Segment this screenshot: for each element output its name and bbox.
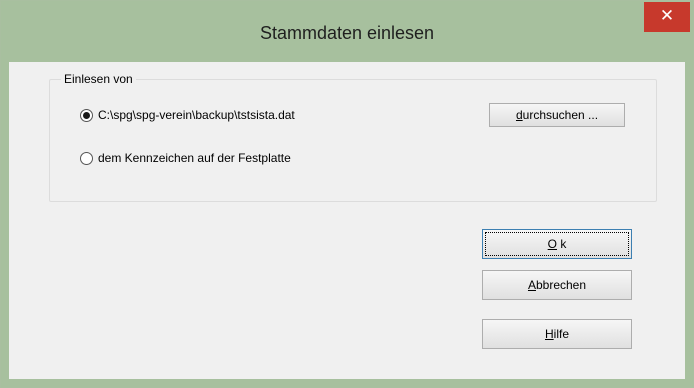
radio-label-file[interactable]: C:\spg\spg-verein\backup\tstsista.dat (98, 108, 295, 122)
browse-button[interactable]: durchsuchen ... (489, 103, 625, 127)
ok-mnemonic: O (547, 237, 557, 251)
radio-label-drive[interactable]: dem Kennzeichen auf der Festplatte (98, 151, 291, 165)
source-group-box (49, 79, 657, 202)
dialog-title: Stammdaten einlesen (259, 23, 435, 43)
close-icon: ✕ (659, 6, 675, 25)
cancel-button[interactable]: Abbrechen (482, 270, 632, 300)
cancel-label: bbrechen (535, 278, 587, 292)
radio-option-drive[interactable]: dem Kennzeichen auf der Festplatte (80, 151, 291, 165)
ok-button[interactable]: O k (482, 229, 632, 259)
radio-button-file[interactable] (80, 108, 93, 122)
browse-mnemonic: d (515, 108, 523, 122)
dialog-window: Stammdaten einlesen ✕ Einlesen von C:\sp… (0, 0, 694, 388)
cancel-mnemonic: A (527, 278, 536, 292)
radio-button-drive[interactable] (80, 151, 93, 165)
radio-option-file[interactable]: C:\spg\spg-verein\backup\tstsista.dat (80, 108, 295, 122)
close-button[interactable]: ✕ (644, 2, 690, 32)
help-label: ilfe (553, 327, 569, 341)
title-bar[interactable]: Stammdaten einlesen ✕ (1, 1, 693, 62)
browse-label: urchsuchen ... (522, 108, 599, 122)
dialog-client-area: Einlesen von C:\spg\spg-verein\backup\ts… (9, 62, 685, 379)
help-button[interactable]: Hilfe (482, 319, 632, 349)
source-group-label: Einlesen von (61, 72, 136, 86)
help-mnemonic: H (544, 327, 554, 341)
ok-label: k (557, 237, 567, 251)
